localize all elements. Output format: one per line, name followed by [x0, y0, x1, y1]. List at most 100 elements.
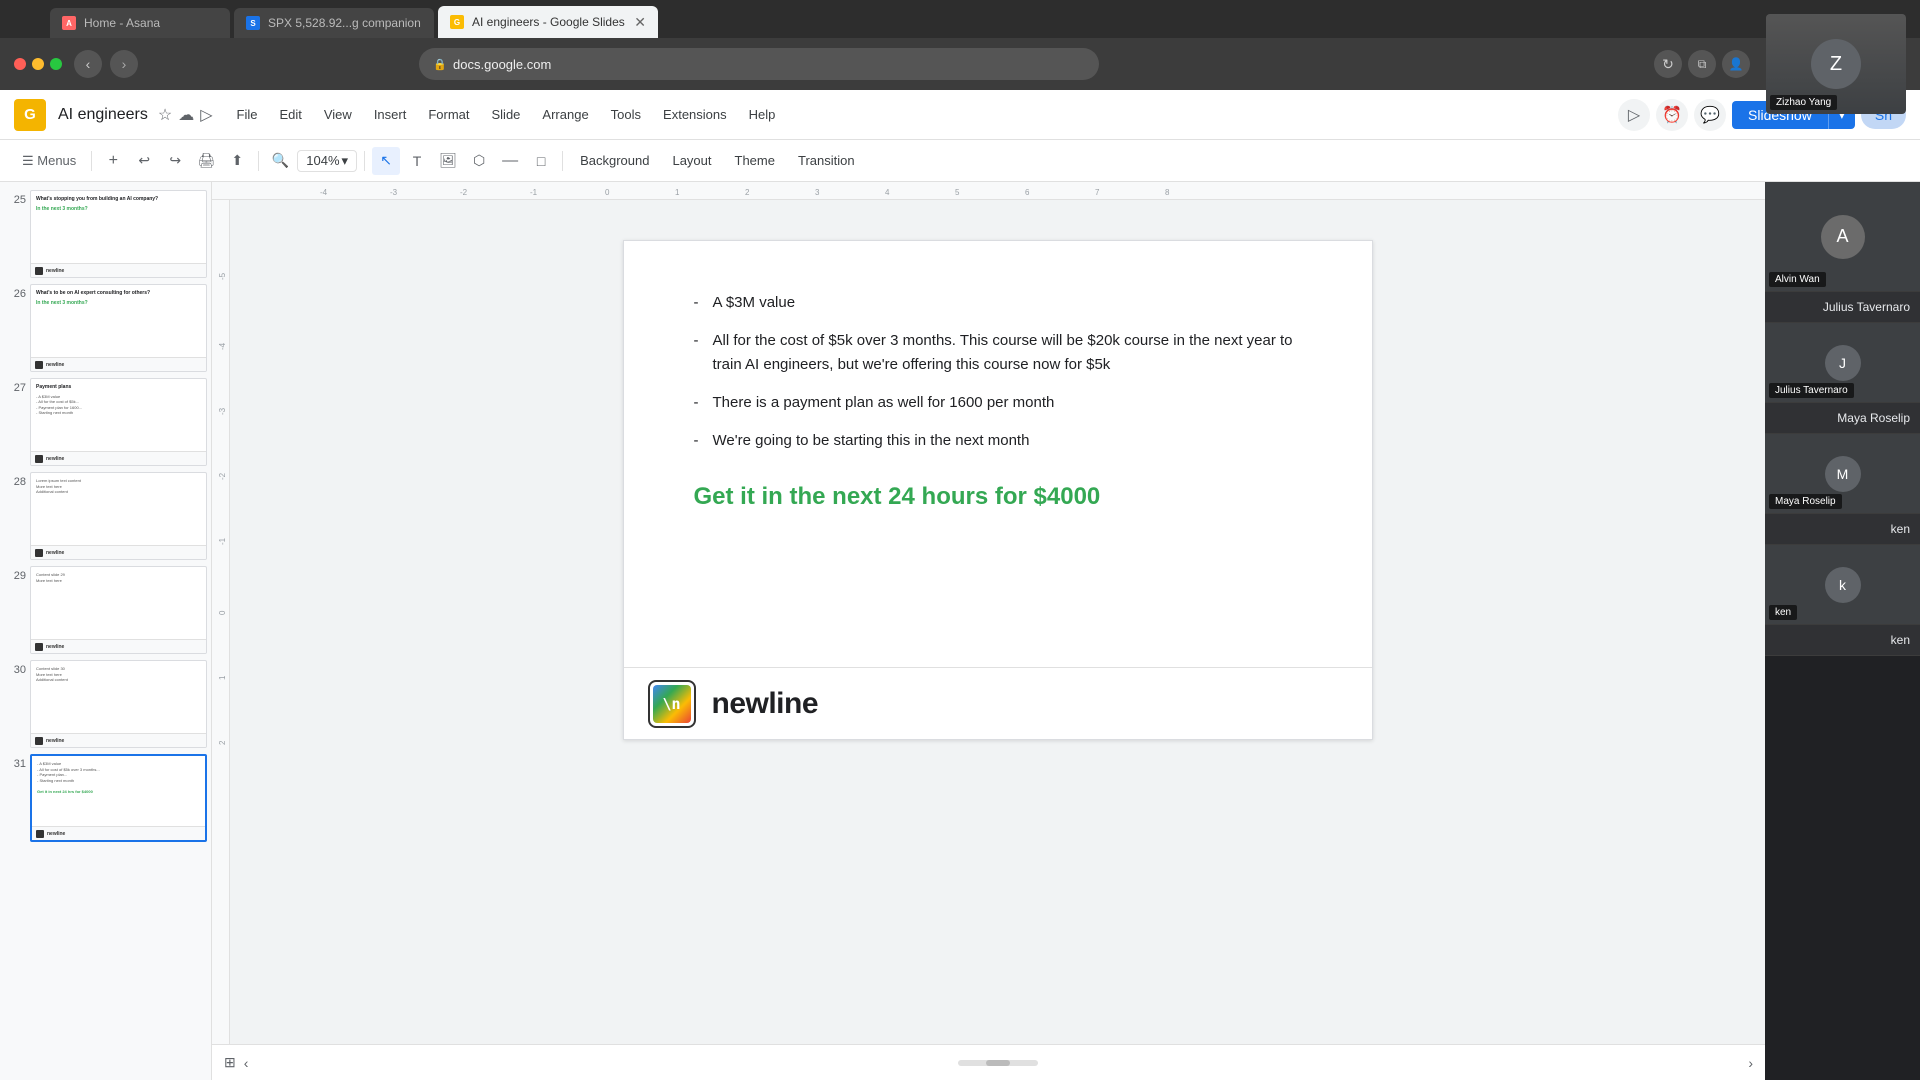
slide-thumb-27: Payment plans - A $3M value- All for the… — [30, 378, 207, 466]
toolbar-layout-btn[interactable]: Layout — [662, 147, 721, 175]
bullet-list: - A $3M value - All for the cost of $5k … — [694, 291, 1302, 453]
drive-icon[interactable]: ☁ — [178, 105, 194, 125]
menu-insert[interactable]: Insert — [364, 103, 417, 126]
toolbar-theme-btn[interactable]: Theme — [725, 147, 785, 175]
slide-thumb-25: What's stopping you from building an AI … — [30, 190, 207, 278]
grid-view-btn[interactable]: ⊞ — [224, 1049, 236, 1077]
slide-item-29[interactable]: 29 Content slide 29More text here newlin… — [4, 566, 207, 654]
slide-content: - A $3M value - All for the cost of $5k … — [624, 241, 1372, 667]
top-icon-comments[interactable]: 💬 — [1694, 99, 1726, 131]
slide-item-26[interactable]: 26 What's to be on AI expert consulting … — [4, 284, 207, 372]
main-content: 25 What's stopping you from building an … — [0, 182, 1920, 1080]
slide-thumb-29: Content slide 29More text here newline — [30, 566, 207, 654]
toolbar-zoom-icon[interactable]: 🔍 — [266, 147, 294, 175]
toolbar-line-btn[interactable]: — — [496, 147, 524, 175]
toolbar-paint-btn[interactable]: ⬆ — [223, 147, 251, 175]
lock-icon: 🔒 — [433, 58, 447, 71]
slide-item-25[interactable]: 25 What's stopping you from building an … — [4, 190, 207, 278]
toolbar-cursor-btn[interactable]: ↖ — [372, 147, 400, 175]
scroll-right-btn[interactable]: › — [1748, 1049, 1753, 1077]
slide-item-30[interactable]: 30 Content slide 30More text hereAdditio… — [4, 660, 207, 748]
browser-tab-active[interactable]: G AI engineers - Google Slides ✕ — [438, 6, 658, 38]
svg-text:-3: -3 — [390, 188, 398, 197]
toolbar-redo-btn[interactable]: ↪ — [161, 147, 189, 175]
toolbar-background-btn[interactable]: Background — [570, 147, 659, 175]
browser-address-row: ‹ › 🔒 docs.google.com ↻ ⧉ 👤 Z Zizhao Yan… — [0, 38, 1920, 90]
profile-btn[interactable]: 👤 — [1722, 50, 1750, 78]
bullet-text-3: There is a payment plan as well for 1600… — [713, 391, 1055, 415]
zoom-level: 104% — [306, 153, 339, 168]
toolbar-transition-btn[interactable]: Transition — [788, 147, 865, 175]
star-icon[interactable]: ☆ — [158, 105, 172, 125]
address-bar[interactable]: 🔒 docs.google.com — [419, 48, 1099, 80]
toolbar-sep-1 — [91, 151, 92, 171]
ken-label-2: ken — [1765, 625, 1920, 656]
forward-btn[interactable]: › — [110, 50, 138, 78]
slide-item-31[interactable]: 31 - A $3M value- All for cost of $5k ov… — [4, 754, 207, 842]
top-icon-present[interactable]: ▷ — [1618, 99, 1650, 131]
toolbar-text-btn[interactable]: T — [403, 147, 431, 175]
menu-format[interactable]: Format — [418, 103, 479, 126]
svg-text:-5: -5 — [218, 272, 227, 280]
svg-text:-3: -3 — [218, 407, 227, 415]
menu-file[interactable]: File — [227, 103, 268, 126]
tab-label-spx: SPX 5,528.92...g companion — [268, 16, 421, 30]
toolbar-sep-3 — [364, 151, 365, 171]
back-btn[interactable]: ‹ — [74, 50, 102, 78]
toolbar: ☰ Menus + ↩ ↪ 🖨 ⬆ 🔍 104% ▾ ↖ T 🖼 ⬡ — □ B… — [0, 140, 1920, 182]
svg-text:0: 0 — [218, 610, 227, 615]
footer-brand-name: newline — [712, 687, 819, 721]
tab-label-asana: Home - Asana — [84, 16, 160, 30]
browser-tab-other-1[interactable]: A Home - Asana — [50, 8, 230, 38]
menu-help[interactable]: Help — [739, 103, 786, 126]
svg-text:-2: -2 — [460, 188, 468, 197]
present-icon[interactable]: ▷ — [200, 105, 212, 125]
slide-num-29: 29 — [4, 566, 26, 582]
extensions-btn[interactable]: ⧉ — [1688, 50, 1716, 78]
svg-text:5: 5 — [955, 188, 960, 197]
slide-num-31: 31 — [4, 754, 26, 770]
toolbar-undo-btn[interactable]: ↩ — [130, 147, 158, 175]
slide-item-27[interactable]: 27 Payment plans - A $3M value- All for … — [4, 378, 207, 466]
top-icon-history[interactable]: ⏰ — [1656, 99, 1688, 131]
menu-view[interactable]: View — [314, 103, 362, 126]
zoom-control[interactable]: 104% ▾ — [297, 150, 357, 172]
svg-text:-4: -4 — [320, 188, 328, 197]
toolbar-add-btn[interactable]: + — [99, 147, 127, 175]
slide-footer: \n newline — [624, 667, 1372, 739]
participant-video-main: Z Zizhao Yang — [1766, 14, 1906, 114]
bullet-text-4: We're going to be starting this in the n… — [713, 429, 1030, 453]
svg-text:1: 1 — [675, 188, 680, 197]
slide-item-28[interactable]: 28 Lorem ipsum text contentMore text her… — [4, 472, 207, 560]
toolbar-sep-2 — [258, 151, 259, 171]
svg-text:0: 0 — [605, 188, 610, 197]
svg-text:3: 3 — [815, 188, 820, 197]
slide-thumb-28: Lorem ipsum text contentMore text hereAd… — [30, 472, 207, 560]
bullet-text-2: All for the cost of $5k over 3 months. T… — [713, 329, 1302, 377]
svg-text:-1: -1 — [530, 188, 538, 197]
refresh-btn[interactable]: ↻ — [1654, 50, 1682, 78]
slide-num-30: 30 — [4, 660, 26, 676]
browser-tab-other-2[interactable]: S SPX 5,528.92...g companion — [234, 8, 434, 38]
bullet-item-4: - We're going to be starting this in the… — [694, 429, 1302, 453]
menu-icon-btn[interactable]: ☰ Menus — [14, 147, 84, 175]
toolbar-shape-btn[interactable]: ⬡ — [465, 147, 493, 175]
footer-logo-container: \n — [648, 680, 696, 728]
menu-tools[interactable]: Tools — [601, 103, 651, 126]
canvas-scroll-area[interactable]: - A $3M value - All for the cost of $5k … — [230, 200, 1765, 1044]
menu-slide[interactable]: Slide — [482, 103, 531, 126]
slides-app: G AI engineers ☆ ☁ ▷ File Edit View Inse… — [0, 90, 1920, 1080]
tab-close-btn[interactable]: ✕ — [634, 14, 646, 31]
toolbar-frame-btn[interactable]: □ — [527, 147, 555, 175]
ken-name-tag: ken — [1769, 605, 1797, 620]
toolbar-image-btn[interactable]: 🖼 — [434, 147, 462, 175]
menu-edit[interactable]: Edit — [269, 103, 311, 126]
slide-num-27: 27 — [4, 378, 26, 394]
slide-nav-btn[interactable]: ‹ — [244, 1049, 249, 1077]
menu-arrange[interactable]: Arrange — [532, 103, 598, 126]
menu-extensions[interactable]: Extensions — [653, 103, 737, 126]
zoom-dropdown-icon: ▾ — [342, 153, 349, 169]
toolbar-print-btn[interactable]: 🖨 — [192, 147, 220, 175]
editor-area: -4 -3 -2 -1 0 1 2 3 4 5 6 7 8 — [212, 182, 1765, 1080]
bullet-text-1: A $3M value — [713, 291, 796, 315]
